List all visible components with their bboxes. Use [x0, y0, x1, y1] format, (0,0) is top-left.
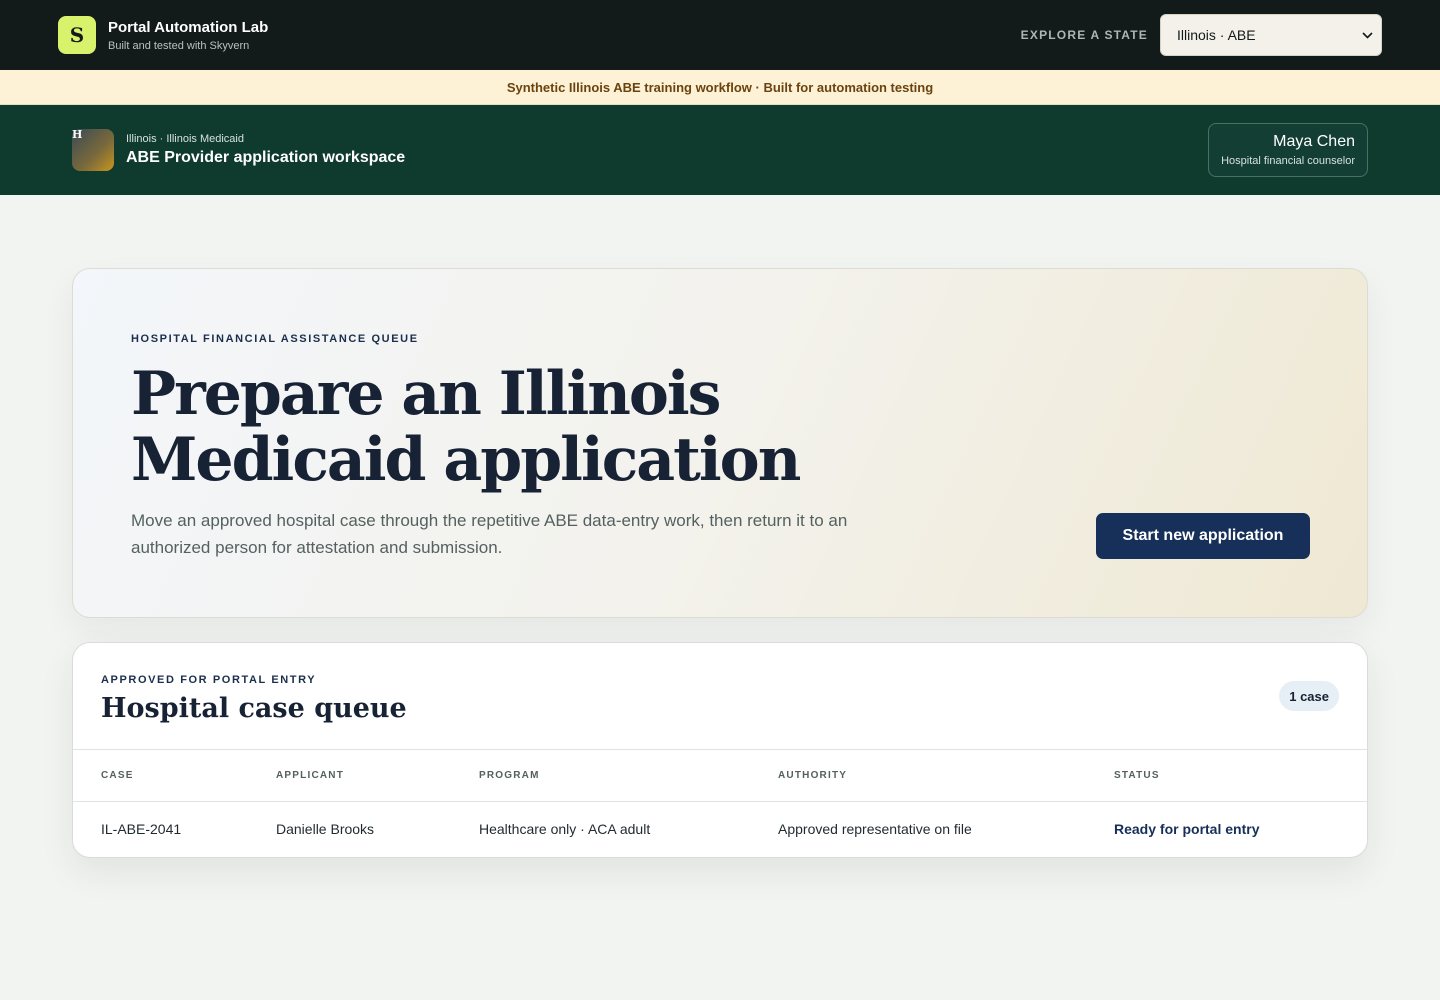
brand-subtitle: Built and tested with Skyvern — [108, 39, 250, 52]
brand-title: Portal Automation Lab — [108, 18, 269, 36]
brand[interactable]: S Portal Automation Lab Built and tested… — [58, 16, 268, 54]
column-header-applicant: APPLICANT — [276, 769, 345, 781]
column-header-status: STATUS — [1114, 769, 1160, 781]
workspace-text: Illinois · Illinois Medicaid ABE Provide… — [126, 133, 405, 167]
hospital-avatar: H — [72, 128, 114, 171]
case-id-cell: IL-ABE-2041 — [101, 821, 182, 838]
brand-logo: S — [58, 16, 96, 54]
user-menu[interactable]: Maya Chen Hospital financial counselor — [1208, 123, 1368, 177]
column-header-case: CASE — [101, 769, 134, 781]
case-table: CASE APPLICANT PROGRAM AUTHORITY STATUS … — [73, 750, 1367, 857]
queue-kicker: APPROVED FOR PORTAL ENTRY — [101, 674, 317, 686]
training-notice-banner: Synthetic Illinois ABE training workflow… — [0, 70, 1440, 105]
hero-card: HOSPITAL FINANCIAL ASSISTANCE QUEUE Prep… — [72, 268, 1368, 618]
page-title: Prepare an Illinois Medicaid application — [131, 359, 801, 495]
case-queue-header: APPROVED FOR PORTAL ENTRY Hospital case … — [73, 643, 1367, 750]
breadcrumb: Illinois · Illinois Medicaid — [126, 133, 244, 145]
column-header-authority: AUTHORITY — [778, 769, 848, 781]
user-name: Maya Chen — [1273, 133, 1355, 150]
state-select[interactable]: Illinois · ABE — [1160, 14, 1382, 56]
top-bar: S Portal Automation Lab Built and tested… — [0, 0, 1440, 70]
state-select-value: Illinois · ABE — [1177, 27, 1256, 43]
table-row[interactable]: IL-ABE-2041 Danielle Brooks Healthcare o… — [73, 801, 1367, 857]
program-cell: Healthcare only · ACA adult — [479, 821, 651, 838]
column-header-program: PROGRAM — [479, 769, 540, 781]
workspace-header: H Illinois · Illinois Medicaid ABE Provi… — [0, 105, 1440, 195]
case-count-badge: 1 case — [1279, 681, 1339, 711]
start-new-application-button[interactable]: Start new application — [1096, 513, 1310, 559]
table-header-row: CASE APPLICANT PROGRAM AUTHORITY STATUS — [73, 750, 1367, 801]
applicant-cell: Danielle Brooks — [276, 821, 375, 838]
state-picker-label: EXPLORE A STATE — [1020, 28, 1148, 42]
queue-title: Hospital case queue — [101, 693, 407, 724]
authority-cell: Approved representative on file — [778, 821, 972, 838]
hero-kicker: HOSPITAL FINANCIAL ASSISTANCE QUEUE — [131, 333, 419, 345]
hospital-avatar-letter: H — [72, 128, 83, 141]
case-queue-card: APPROVED FOR PORTAL ENTRY Hospital case … — [72, 642, 1368, 858]
state-picker: EXPLORE A STATE Illinois · ABE — [1021, 14, 1382, 56]
brand-text: Portal Automation Lab Built and tested w… — [108, 19, 268, 52]
workspace-title: ABE Provider application workspace — [126, 149, 406, 166]
chevron-down-icon — [1361, 29, 1373, 41]
user-role: Hospital financial counselor — [1221, 155, 1355, 167]
workspace-identity: H Illinois · Illinois Medicaid ABE Provi… — [72, 128, 405, 171]
notice-text: Synthetic Illinois ABE training workflow… — [506, 79, 934, 95]
status-cell: Ready for portal entry — [1114, 821, 1260, 838]
hero-description: Move an approved hospital case through t… — [131, 511, 848, 557]
